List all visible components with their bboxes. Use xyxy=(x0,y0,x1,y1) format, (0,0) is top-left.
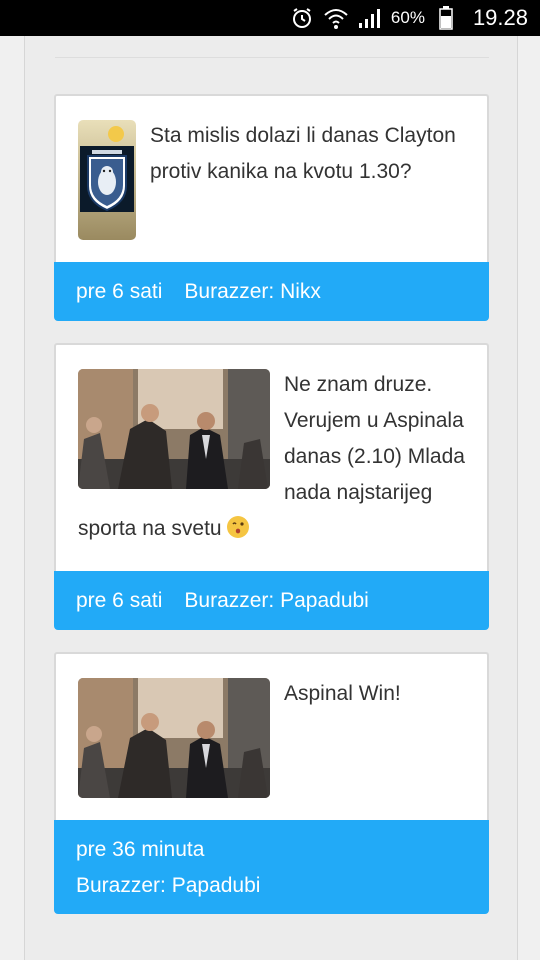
post-card: Sta mislis dolazi li danas Clayton proti… xyxy=(54,94,489,321)
battery-icon xyxy=(433,5,459,31)
post-author[interactable]: Burazzer: Papadubi xyxy=(76,868,467,904)
battery-percent: 60% xyxy=(390,8,425,27)
post-body: Ne znam druze. Verujem u Aspinala danas … xyxy=(54,343,489,571)
post-footer: pre 6 sati Burazzer: Papadubi xyxy=(54,571,489,630)
post-time: pre 6 sati xyxy=(76,279,163,303)
post-card: Aspinal Win! pre 36 minuta Burazzer: Pap… xyxy=(54,652,489,914)
post-footer: pre 6 sati Burazzer: Nikx xyxy=(54,262,489,321)
post-message: Aspinal Win! xyxy=(284,682,401,705)
winking-kiss-emoji-icon xyxy=(227,516,250,538)
page-container: Sta mislis dolazi li danas Clayton proti… xyxy=(24,36,518,960)
post-author[interactable]: Burazzer: Nikx xyxy=(184,280,321,304)
status-bar: 60% 19.28 xyxy=(0,0,540,36)
alarm-icon xyxy=(289,5,315,31)
avatar[interactable] xyxy=(78,369,270,489)
avatar[interactable] xyxy=(78,678,270,798)
post-card: Ne znam druze. Verujem u Aspinala danas … xyxy=(54,343,489,630)
clock: 19.28 xyxy=(472,5,528,30)
post-author[interactable]: Burazzer: Papadubi xyxy=(184,589,368,613)
post-body: Sta mislis dolazi li danas Clayton proti… xyxy=(54,94,489,262)
divider xyxy=(55,57,489,58)
wifi-icon xyxy=(323,5,349,31)
post-time: pre 36 minuta xyxy=(76,838,205,861)
signal-icon xyxy=(357,5,383,31)
avatar[interactable] xyxy=(78,120,136,240)
post-message: Sta mislis dolazi li danas Clayton proti… xyxy=(150,124,456,183)
post-time: pre 6 sati xyxy=(76,588,163,612)
post-body: Aspinal Win! xyxy=(54,652,489,820)
post-footer: pre 36 minuta Burazzer: Papadubi xyxy=(54,820,489,914)
